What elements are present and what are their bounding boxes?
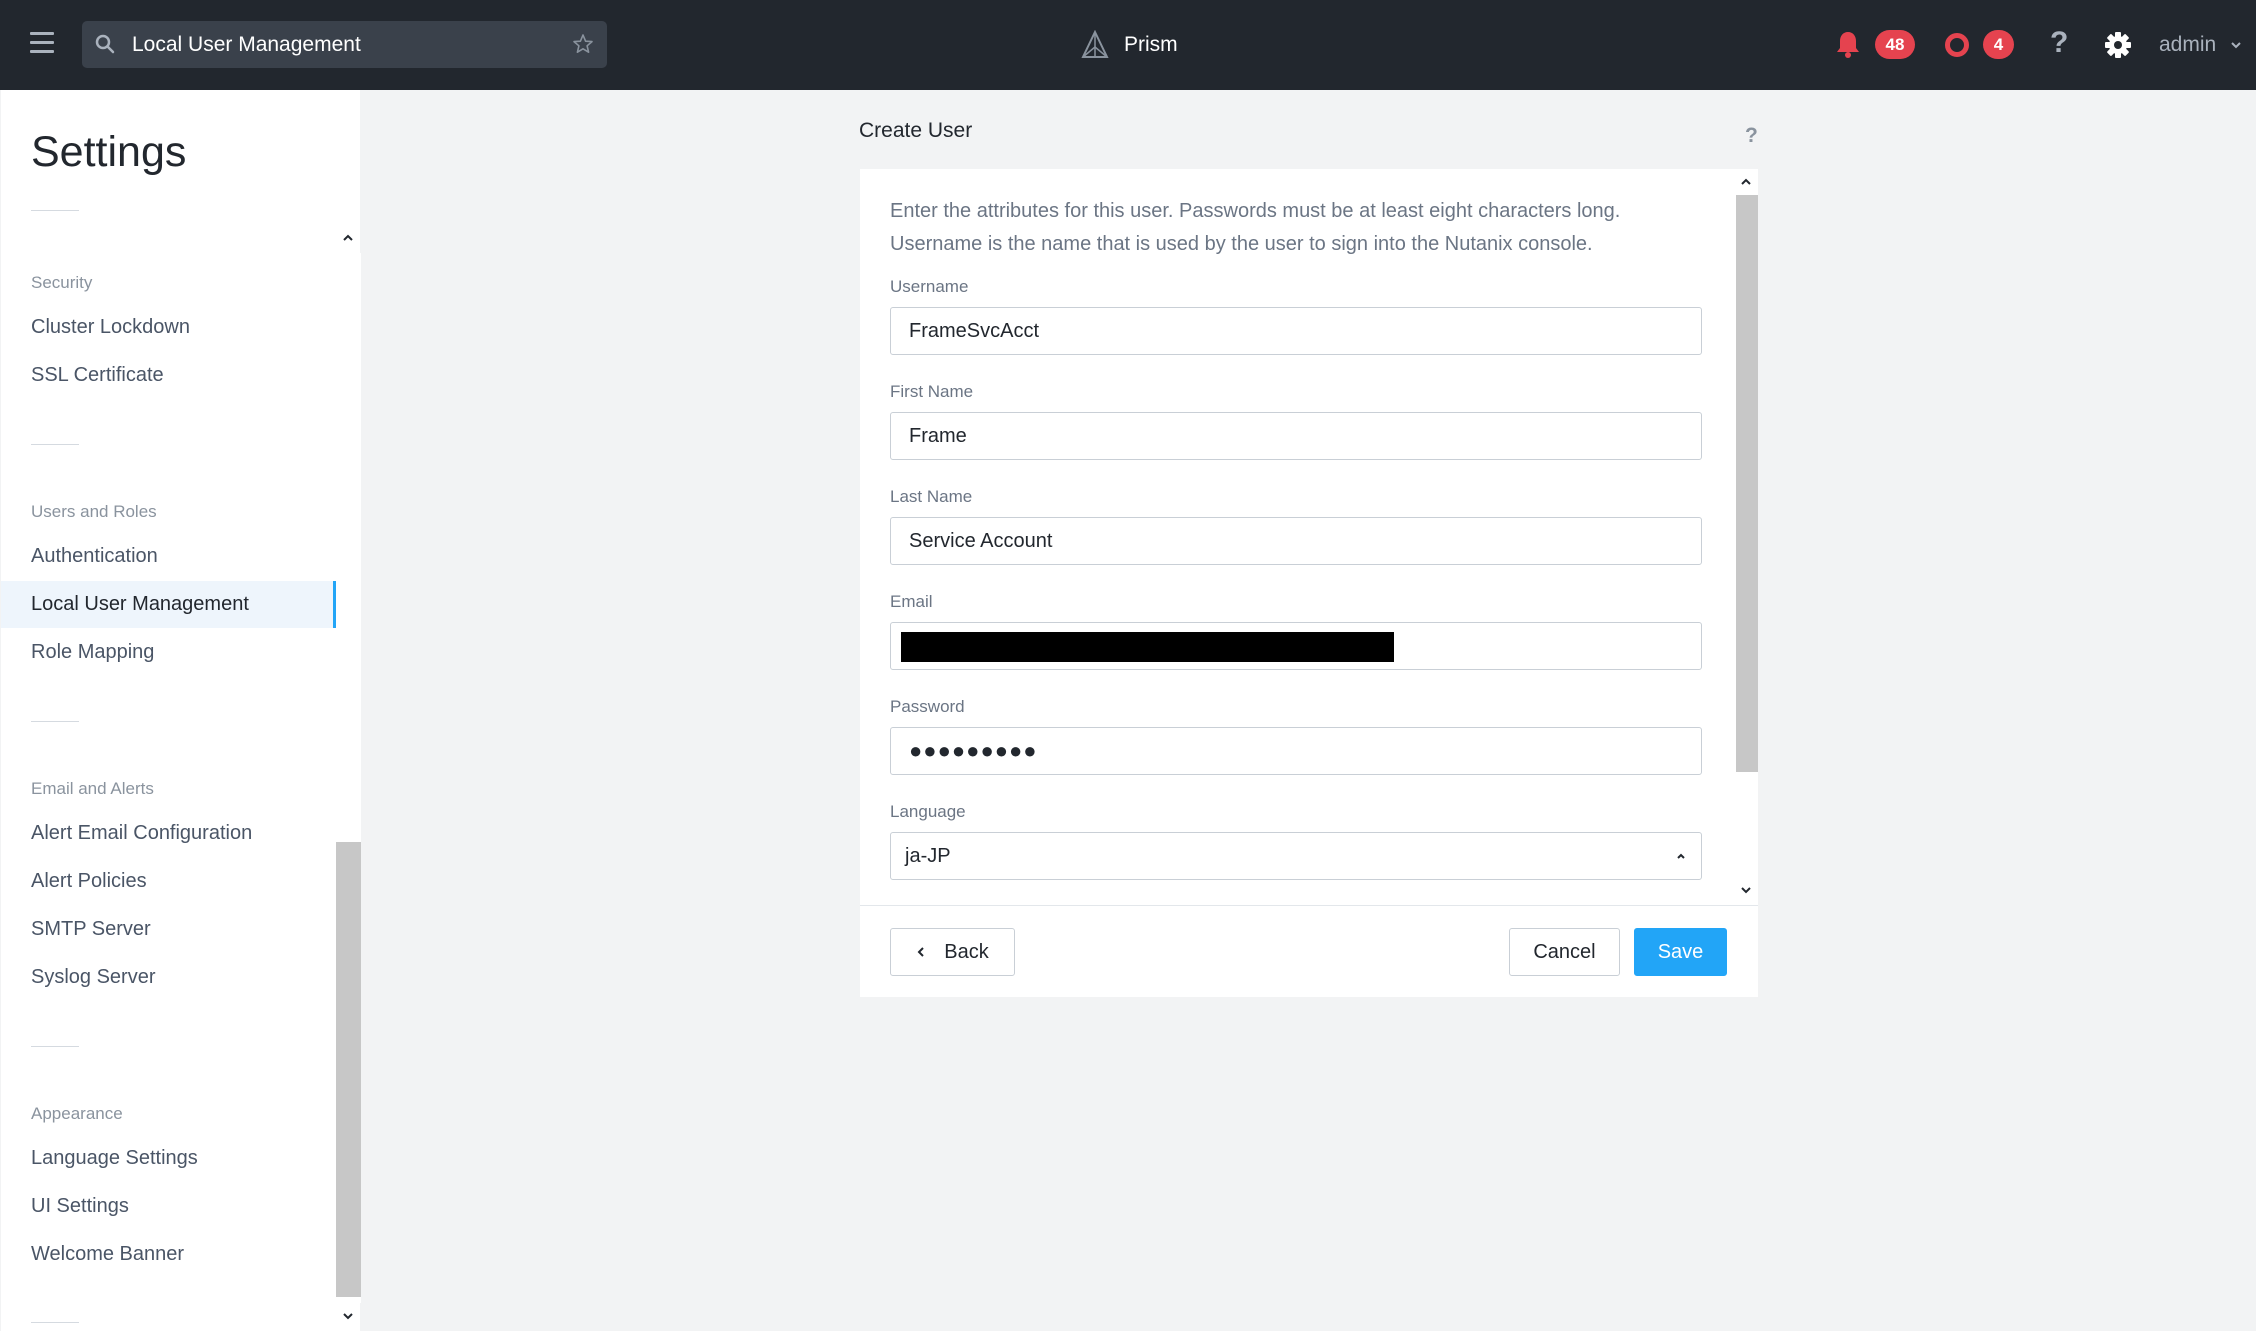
question-icon[interactable]: ?	[2050, 26, 2068, 60]
back-button-label: Back	[944, 941, 989, 963]
divider	[31, 1046, 79, 1047]
sidebar-item-role-mapping[interactable]: Role Mapping	[1, 629, 336, 676]
chevron-down-icon	[2231, 42, 2241, 49]
chevron-down-icon[interactable]	[341, 1309, 355, 1323]
global-search-input[interactable]: Local User Management	[82, 21, 607, 68]
prism-brand[interactable]: Prism	[1080, 28, 1178, 62]
user-menu[interactable]: admin	[2159, 33, 2242, 57]
group-label-appearance: Appearance	[31, 1104, 123, 1123]
settings-sidebar: Settings Security Cluster Lockdown SSL C…	[1, 90, 361, 1331]
sidebar-item-ui-settings[interactable]: UI Settings	[1, 1183, 336, 1230]
group-label-email-and-alerts: Email and Alerts	[31, 779, 154, 798]
hamburger-menu-icon[interactable]	[30, 30, 54, 56]
divider	[31, 1322, 79, 1323]
sidebar-scrollbar[interactable]	[336, 225, 361, 1331]
search-icon	[95, 34, 115, 54]
sidebar-title: Settings	[31, 128, 187, 176]
cancel-button[interactable]: Cancel	[1509, 928, 1620, 976]
language-select-value: ja-JP	[905, 845, 951, 867]
email-field[interactable]	[890, 622, 1702, 670]
sidebar-item-syslog-server[interactable]: Syslog Server	[1, 954, 336, 1001]
chevron-left-icon	[917, 947, 924, 957]
brand-name: Prism	[1124, 33, 1178, 56]
events-count-badge[interactable]: 4	[1983, 30, 2014, 59]
sidebar-item-alert-policies[interactable]: Alert Policies	[1, 858, 336, 905]
sidebar-item-authentication[interactable]: Authentication	[1, 533, 336, 580]
search-query-text: Local User Management	[132, 33, 361, 56]
dialog-scrollbar[interactable]	[1734, 169, 1758, 905]
sidebar-item-language-settings[interactable]: Language Settings	[1, 1135, 336, 1182]
scrollbar-thumb[interactable]	[1736, 195, 1758, 772]
email-label: Email	[890, 592, 933, 611]
group-label-users-and-roles: Users and Roles	[31, 502, 157, 521]
ring-icon[interactable]	[1945, 33, 1969, 57]
sidebar-item-local-user-management[interactable]: Local User Management	[1, 581, 336, 628]
sidebar-item-cluster-lockdown[interactable]: Cluster Lockdown	[1, 304, 336, 351]
sidebar-item-smtp-server[interactable]: SMTP Server	[1, 906, 336, 953]
redaction-block	[901, 632, 1394, 662]
first-name-field[interactable]: Frame	[890, 412, 1702, 460]
create-user-dialog: Enter the attributes for this user. Pass…	[860, 169, 1758, 997]
bell-icon[interactable]	[1835, 30, 1861, 58]
password-label: Password	[890, 697, 965, 716]
chevron-up-icon[interactable]	[1739, 175, 1753, 189]
chevron-up-icon[interactable]	[341, 231, 355, 245]
group-label-security: Security	[31, 273, 93, 292]
password-field[interactable]: ●●●●●●●●●	[890, 727, 1702, 775]
username-field[interactable]: FrameSvcAcct	[890, 307, 1702, 355]
prism-logo-icon	[1081, 30, 1109, 58]
chevron-up-icon	[1677, 853, 1685, 859]
chevron-down-icon[interactable]	[1739, 883, 1753, 897]
question-icon[interactable]: ?	[1745, 124, 1758, 148]
divider	[31, 721, 79, 722]
alerts-count-badge[interactable]: 48	[1875, 30, 1915, 59]
divider	[31, 444, 79, 445]
save-button[interactable]: Save	[1634, 928, 1727, 976]
first-name-label: First Name	[890, 382, 974, 401]
top-navigation-bar: Local User Management Prism 48 4 ? admin	[0, 0, 2256, 90]
dialog-footer: Back Cancel Save	[860, 905, 1758, 997]
user-name: admin	[2159, 33, 2217, 56]
sidebar-item-ssl-certificate[interactable]: SSL Certificate	[1, 352, 336, 399]
dialog-title: Create User	[859, 119, 973, 142]
language-label: Language	[890, 802, 966, 821]
last-name-field[interactable]: Service Account	[890, 517, 1702, 565]
divider	[31, 210, 79, 211]
back-button[interactable]: Back	[890, 928, 1015, 976]
username-label: Username	[890, 277, 969, 296]
sidebar-item-alert-email-configuration[interactable]: Alert Email Configuration	[1, 810, 336, 857]
last-name-label: Last Name	[890, 487, 973, 506]
gear-icon[interactable]	[2104, 31, 2132, 59]
star-icon[interactable]	[571, 32, 595, 56]
dialog-body: Enter the attributes for this user. Pass…	[860, 169, 1734, 905]
language-select[interactable]: ja-JP	[890, 832, 1702, 880]
sidebar-item-welcome-banner[interactable]: Welcome Banner	[1, 1231, 336, 1278]
dialog-intro-text: Enter the attributes for this user. Pass…	[890, 200, 1621, 255]
scrollbar-thumb[interactable]	[336, 842, 361, 1297]
